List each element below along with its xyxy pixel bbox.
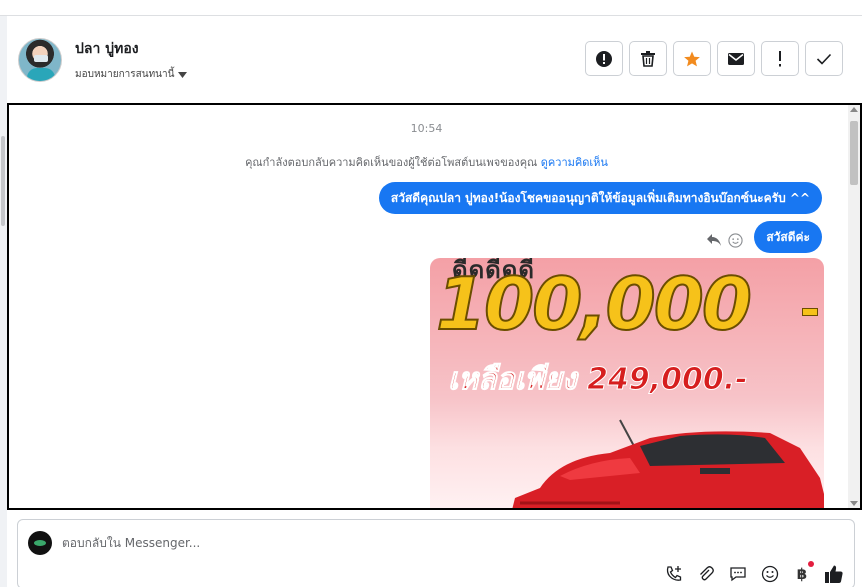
scroll-down-arrow[interactable] [850, 501, 858, 506]
thumbs-up-icon [825, 565, 843, 583]
emoji-button[interactable] [760, 564, 780, 584]
react-emoji-icon[interactable] [728, 233, 743, 248]
avatar-mask [34, 55, 48, 62]
message-composer: ฿ [17, 519, 855, 587]
star-icon [684, 51, 700, 66]
page-logo-leaf [34, 540, 46, 546]
contact-name[interactable]: ปลา บู่ทอง [75, 38, 139, 60]
checkmark-icon [816, 53, 832, 65]
mark-spam-button[interactable] [585, 41, 623, 76]
follow-up-button[interactable] [761, 41, 799, 76]
reply-input[interactable] [62, 532, 662, 554]
notification-dot [808, 561, 814, 567]
emoji-icon [761, 565, 779, 583]
caret-down-icon [178, 71, 188, 78]
composer-tools: ฿ [664, 561, 844, 584]
reply-icon[interactable] [706, 233, 722, 247]
attach-file-button[interactable] [696, 564, 716, 584]
baht-icon: ฿ [796, 565, 808, 583]
ad-dash [802, 308, 818, 316]
left-scroll-thumb[interactable] [1, 136, 5, 226]
chat-bubble-icon [730, 567, 746, 582]
conversation-thread[interactable]: 10:54 คุณกำลังตอบกลับความคิดเห็นของผู้ใช… [7, 103, 862, 510]
contact-avatar[interactable] [18, 38, 62, 82]
left-scrollbar[interactable] [0, 16, 7, 587]
outgoing-message[interactable]: สวัสดีค่ะ [754, 221, 822, 253]
conversation-header: ปลา บู่ทอง มอบหมายการสนทนานี้ [7, 16, 862, 103]
red-pickup-truck-image [512, 419, 824, 508]
top-strip [0, 0, 862, 16]
comment-reply-notice: คุณกำลังตอบกลับความคิดเห็นของผู้ใช้ต่อโพ… [9, 153, 844, 171]
mark-unread-button[interactable] [717, 41, 755, 76]
ad-price: เหลือเพียง 249,000.- [448, 362, 749, 398]
notice-text: คุณกำลังตอบกลับความคิดเห็นของผู้ใช้ต่อโพ… [245, 156, 538, 169]
envelope-icon [728, 52, 744, 65]
assign-label: มอบหมายการสนทนานี้ [75, 69, 175, 80]
exclamation-icon [779, 50, 781, 66]
like-button[interactable] [824, 564, 844, 584]
phone-plus-icon [666, 566, 682, 581]
saved-replies-button[interactable] [728, 564, 748, 584]
assign-conversation-dropdown[interactable]: มอบหมายการสนทนานี้ [75, 67, 188, 82]
ad-discount-amount: 100,000 [435, 262, 753, 346]
mark-done-button[interactable] [805, 41, 843, 76]
header-actions [585, 41, 843, 76]
page-root: ปลา บู่ทอง มอบหมายการสนทนานี้ 10:54 คุณก… [0, 0, 862, 587]
message-timestamp: 10:54 [410, 122, 443, 135]
paperclip-icon [700, 566, 714, 581]
scroll-up-arrow[interactable] [850, 107, 858, 112]
star-button[interactable] [673, 41, 711, 76]
thread-scrollbar[interactable] [848, 105, 860, 508]
view-comment-link[interactable]: ดูความคิดเห็น [541, 156, 608, 169]
trash-icon [641, 51, 655, 67]
payment-button[interactable]: ฿ [792, 561, 814, 584]
outgoing-message[interactable]: สวัสดีคุณปลา บู่ทอง!น้องโชคขออนุญาติให้ข… [378, 182, 822, 214]
page-avatar [28, 531, 52, 555]
thread-scroll-thumb[interactable] [850, 121, 858, 185]
delete-button[interactable] [629, 41, 667, 76]
alert-circle-icon [596, 50, 612, 67]
avatar-shirt [27, 68, 55, 81]
ad-image[interactable]: ดีดดีดดี 100,000 เหลือเพียง 249,000.- [430, 258, 824, 508]
add-call-button[interactable] [664, 564, 684, 584]
